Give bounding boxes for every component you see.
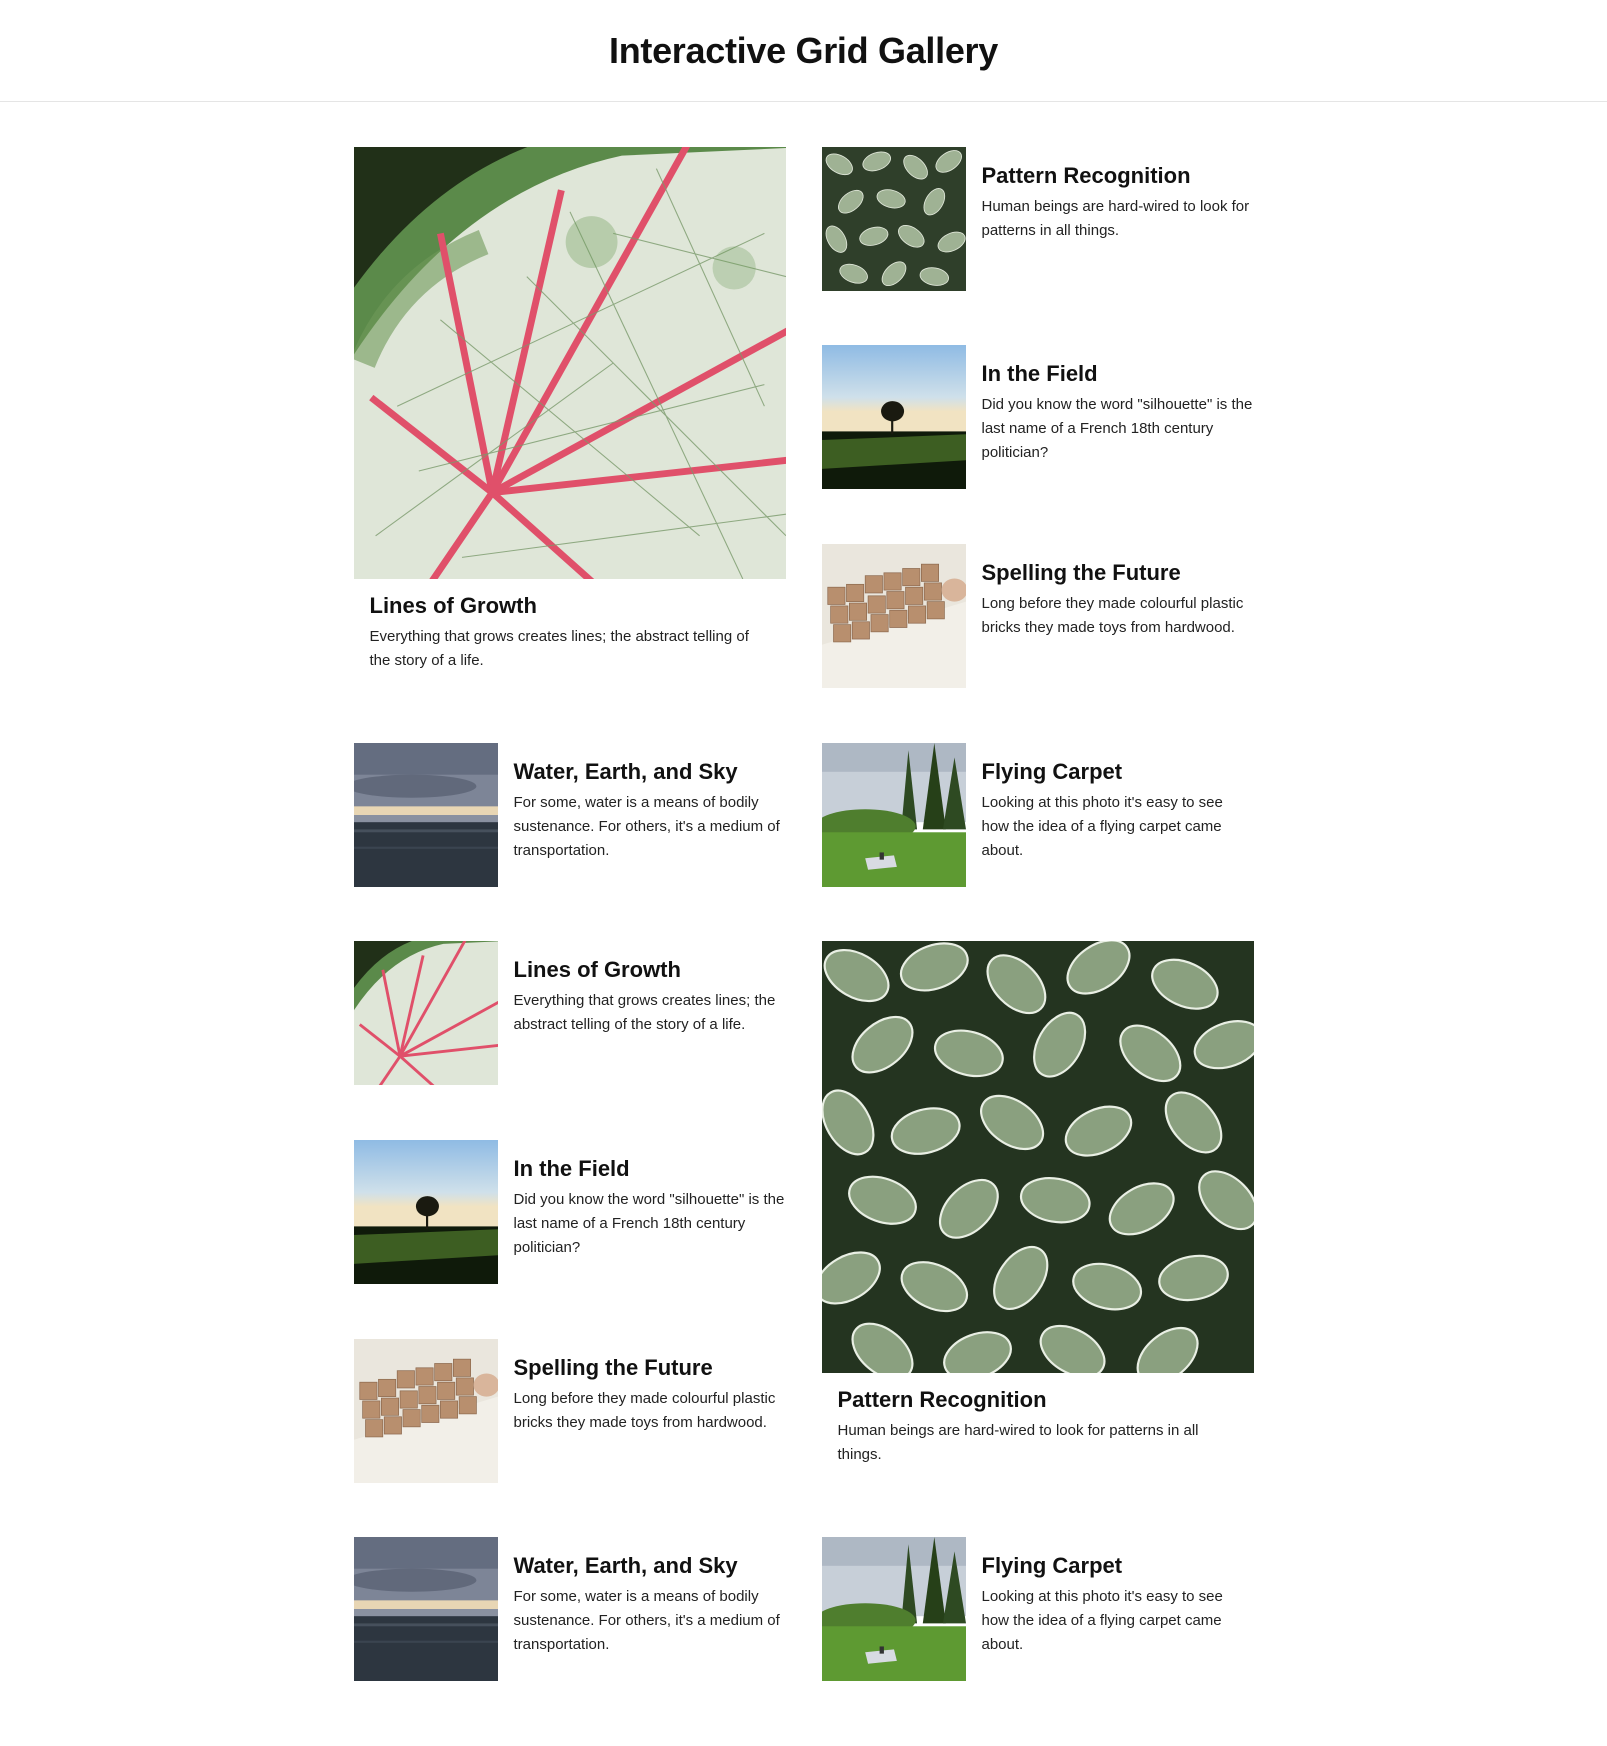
leaf-image[interactable]: [353, 941, 498, 1085]
carpet-image[interactable]: [821, 743, 966, 887]
field-image[interactable]: [353, 1140, 498, 1284]
gallery-card-water-earth-sky[interactable]: Water, Earth, and Sky For some, water is…: [353, 743, 786, 887]
card-title[interactable]: Spelling the Future: [982, 560, 1254, 586]
gallery-card-spelling-the-future[interactable]: Spelling the Future Long before they mad…: [353, 1339, 786, 1483]
card-text: Lines of Growth Everything that grows cr…: [354, 579, 786, 673]
page-title: Interactive Grid Gallery: [609, 29, 998, 71]
card-description: Looking at this photo it's easy to see h…: [981, 794, 1223, 859]
card-title[interactable]: Water, Earth, and Sky: [514, 1553, 786, 1579]
card-title[interactable]: Lines of Growth: [370, 593, 770, 619]
gallery-card-spelling-the-future[interactable]: Spelling the Future Long before they mad…: [821, 544, 1254, 688]
card-title[interactable]: Flying Carpet: [982, 1553, 1254, 1579]
card-description: Everything that grows creates lines; the…: [513, 992, 776, 1033]
gallery-card-pattern-recognition[interactable]: Pattern Recognition Human beings are har…: [821, 147, 1254, 291]
card-description: Looking at this photo it's easy to see h…: [981, 1588, 1223, 1653]
blocks-image[interactable]: [353, 1339, 498, 1483]
carpet-image[interactable]: [821, 1537, 966, 1681]
card-title[interactable]: In the Field: [514, 1156, 786, 1182]
gallery-card-lines-of-growth[interactable]: Lines of Growth Everything that grows cr…: [353, 941, 786, 1085]
gallery-card-in-the-field[interactable]: In the Field Did you know the word "silh…: [821, 345, 1254, 489]
blocks-image[interactable]: [821, 544, 966, 688]
gallery-card-in-the-field[interactable]: In the Field Did you know the word "silh…: [353, 1140, 786, 1284]
card-description: Did you know the word "silhouette" is th…: [513, 1191, 785, 1256]
card-text: Spelling the Future Long before they mad…: [966, 544, 1254, 688]
card-description: Human beings are hard-wired to look for …: [837, 1422, 1199, 1463]
card-title[interactable]: Pattern Recognition: [982, 163, 1254, 189]
card-description: Long before they made colourful plastic …: [513, 1390, 776, 1431]
card-text: Pattern Recognition Human beings are har…: [966, 147, 1254, 291]
water-image[interactable]: [353, 743, 498, 887]
card-text: Lines of Growth Everything that grows cr…: [498, 941, 786, 1085]
gallery-card-water-earth-sky[interactable]: Water, Earth, and Sky For some, water is…: [353, 1537, 786, 1681]
pattern-image[interactable]: [821, 941, 1254, 1373]
gallery-card-pattern-recognition-large[interactable]: Pattern Recognition Human beings are har…: [821, 941, 1254, 1467]
pattern-image[interactable]: [821, 147, 966, 291]
card-title[interactable]: Flying Carpet: [982, 759, 1254, 785]
card-text: Flying Carpet Looking at this photo it's…: [966, 1537, 1254, 1681]
card-text: Water, Earth, and Sky For some, water is…: [498, 743, 786, 887]
card-text: In the Field Did you know the word "silh…: [966, 345, 1254, 489]
gallery-card-lines-of-growth-large[interactable]: Lines of Growth Everything that grows cr…: [353, 147, 786, 673]
card-title[interactable]: In the Field: [982, 361, 1254, 387]
gallery-grid: Lines of Growth Everything that grows cr…: [353, 147, 1254, 1707]
gallery-card-flying-carpet[interactable]: Flying Carpet Looking at this photo it's…: [821, 743, 1254, 887]
card-text: Flying Carpet Looking at this photo it's…: [966, 743, 1254, 887]
leaf-image[interactable]: [353, 147, 786, 579]
page-header: Interactive Grid Gallery: [0, 0, 1607, 102]
card-description: Everything that grows creates lines; the…: [369, 628, 749, 669]
water-image[interactable]: [353, 1537, 498, 1681]
card-title[interactable]: Lines of Growth: [514, 957, 786, 983]
card-description: Long before they made colourful plastic …: [981, 595, 1244, 636]
card-text: In the Field Did you know the word "silh…: [498, 1140, 786, 1284]
card-text: Pattern Recognition Human beings are har…: [822, 1373, 1254, 1467]
gallery-card-flying-carpet[interactable]: Flying Carpet Looking at this photo it's…: [821, 1537, 1254, 1681]
card-title[interactable]: Pattern Recognition: [838, 1387, 1238, 1413]
card-description: Did you know the word "silhouette" is th…: [981, 396, 1253, 461]
card-title[interactable]: Water, Earth, and Sky: [514, 759, 786, 785]
card-description: For some, water is a means of bodily sus…: [513, 1588, 780, 1653]
card-title[interactable]: Spelling the Future: [514, 1355, 786, 1381]
card-text: Water, Earth, and Sky For some, water is…: [498, 1537, 786, 1681]
field-image[interactable]: [821, 345, 966, 489]
card-text: Spelling the Future Long before they mad…: [498, 1339, 786, 1483]
card-description: Human beings are hard-wired to look for …: [981, 198, 1250, 239]
card-description: For some, water is a means of bodily sus…: [513, 794, 780, 859]
